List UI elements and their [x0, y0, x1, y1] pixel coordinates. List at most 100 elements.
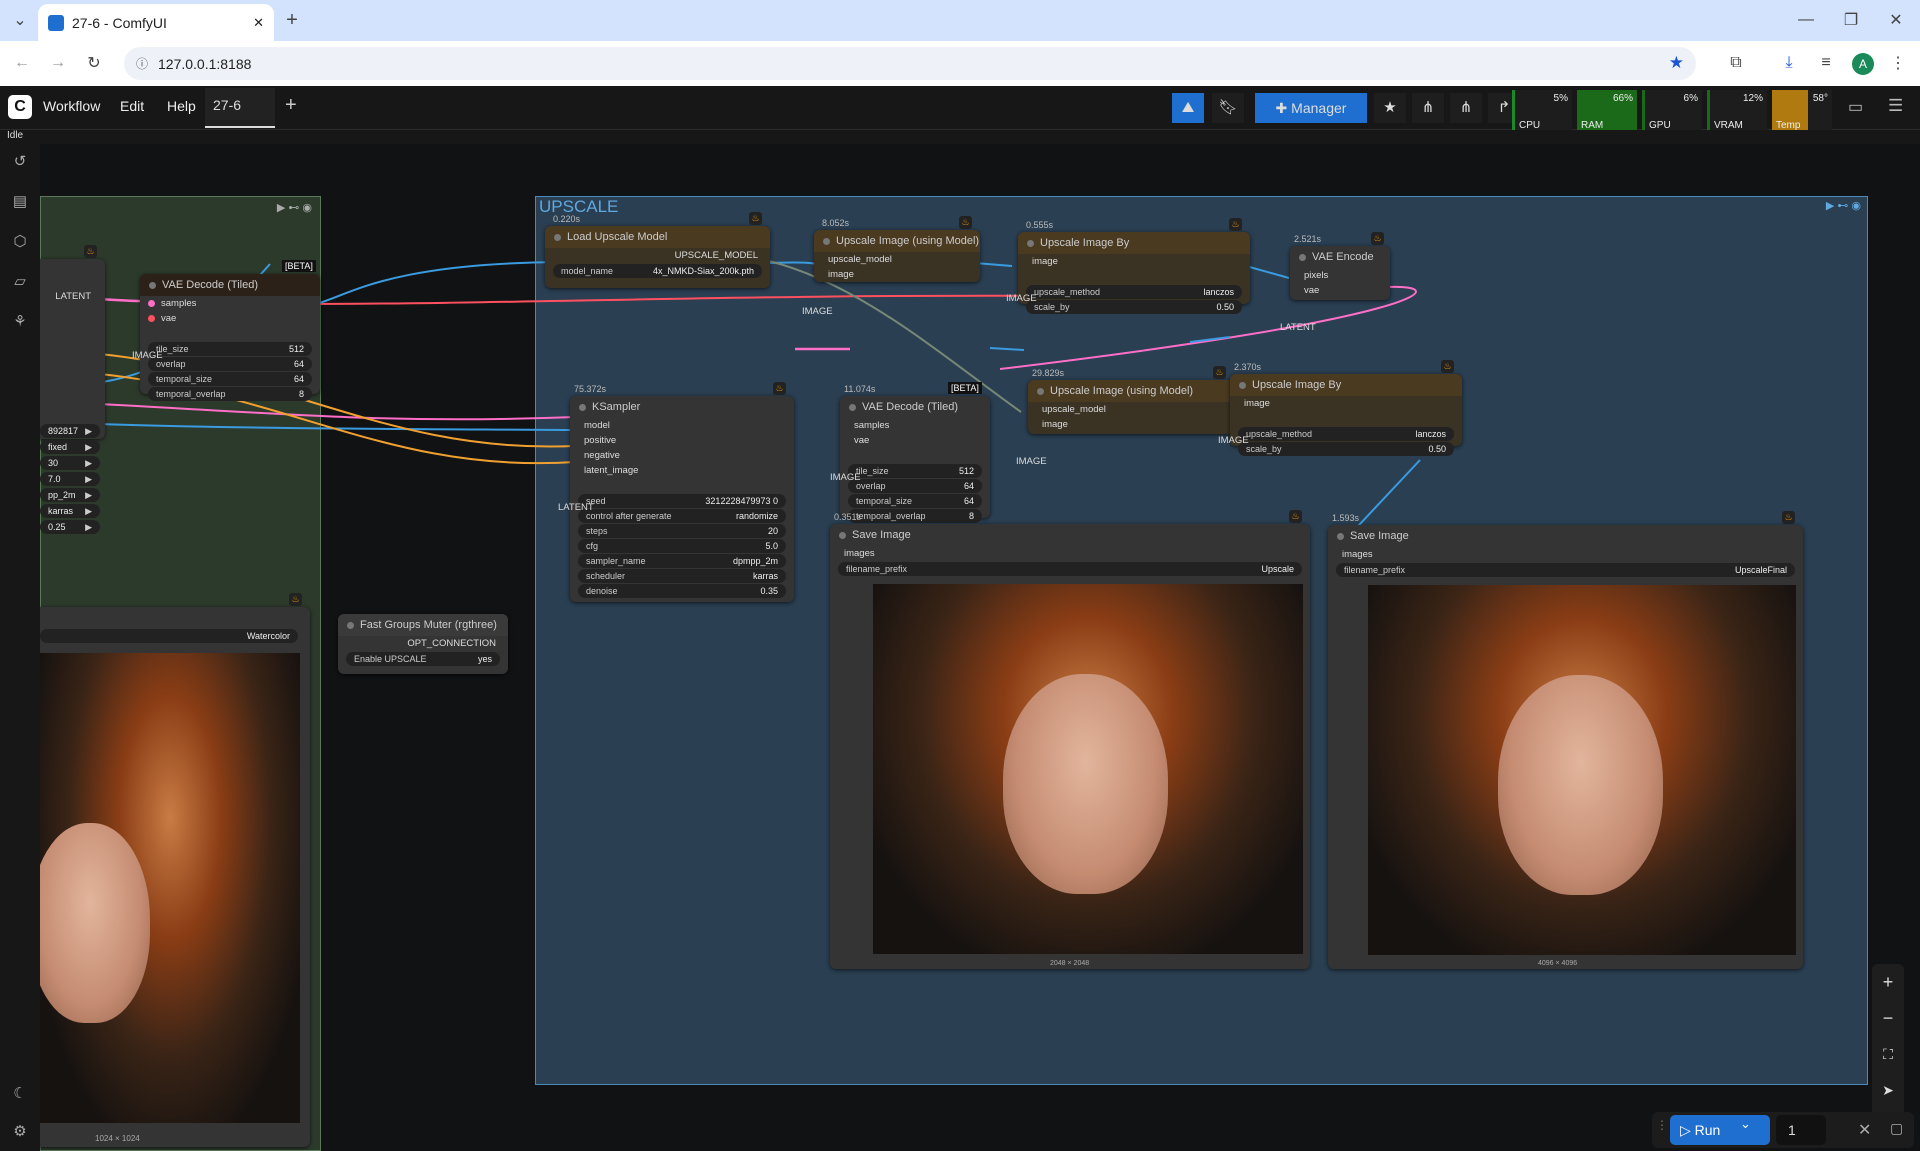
vae-decode-tiled-mid-node[interactable]: 11.074s [BETA] VAE Decode (Tiled) sample…	[830, 382, 990, 523]
graph-canvas[interactable]: ▶ ⊷ ◉ UPSCALE ▶ ⊷ ◉ ♨ LATENT 892817 ▶ fix…	[40, 144, 1920, 1151]
left-widget-seed[interactable]: 892817 ▶	[40, 424, 100, 438]
menu-edit[interactable]: Edit	[120, 98, 144, 114]
add-workflow-tab-button[interactable]: +	[285, 94, 297, 117]
theme-moon-icon[interactable]: ☾	[9, 1084, 31, 1106]
widget-steps[interactable]: steps 20	[578, 524, 786, 538]
reload-icon[interactable]: ↻	[80, 49, 108, 77]
slot-latent-image[interactable]: latent_image	[570, 463, 794, 478]
widget-cfg[interactable]: cfg 5.0	[578, 539, 786, 553]
save-image-final-node[interactable]: 1.593s ♨ Save Image images filename_pref…	[1328, 511, 1803, 969]
widget-temporal-overlap[interactable]: temporal_overlap 8	[148, 387, 312, 401]
slot-vae[interactable]: vae	[840, 433, 990, 448]
back-icon[interactable]: ←	[8, 49, 36, 77]
upscale-image-by-2-node[interactable]: 2.370s ♨ Upscale Image By image IMAGE up…	[1218, 360, 1462, 456]
left-prefix-widget[interactable]: Watercolor	[40, 629, 298, 643]
slot-latent-out[interactable]: LATENT	[1280, 320, 1380, 335]
slot-samples[interactable]: samples	[840, 418, 990, 433]
panel-toggle-icon[interactable]: ▭	[1848, 97, 1863, 117]
restore-icon[interactable]: ❐	[1837, 6, 1865, 34]
widget-filename-prefix[interactable]: filename_prefix UpscaleFinal	[1336, 563, 1795, 577]
slot-upscale-model[interactable]: upscale_model	[814, 252, 980, 267]
slot-image[interactable]: image	[1018, 254, 1250, 269]
load-upscale-model-node[interactable]: 0.220s ♨ Load Upscale Model UPSCALE_MODE…	[545, 212, 770, 288]
widget-temporal-size[interactable]: temporal_size 64	[848, 494, 982, 508]
slot-negative[interactable]: negative	[570, 448, 794, 463]
upscale-image-by-node[interactable]: 0.555s ♨ Upscale Image By image IMAGE up…	[1006, 218, 1250, 314]
widget-temporal-overlap[interactable]: temporal_overlap 8	[848, 509, 982, 523]
vae-decode-tiled-left-node[interactable]: VAE Decode (Tiled) [BETA] samples vae IM…	[132, 260, 320, 401]
zoom-in-icon[interactable]: +	[1872, 964, 1904, 1000]
bookmark-star-icon[interactable]: ★	[1669, 53, 1684, 73]
widget-model-name[interactable]: model_name 4x_NMKD-Siax_200k.pth	[553, 264, 762, 278]
left-widget-sampler[interactable]: pp_2m ▶	[40, 488, 100, 502]
slot-model[interactable]: model	[570, 418, 794, 433]
slot-pixels[interactable]: pixels	[1290, 268, 1390, 283]
hamburger-menu-icon[interactable]: ☰	[1888, 96, 1903, 116]
toggle-enable-upscale[interactable]: Enable UPSCALE yes	[346, 652, 500, 666]
download-icon[interactable]: ⤓	[1775, 49, 1803, 77]
slot-image-out[interactable]: IMAGE	[1218, 433, 1450, 448]
vae-encode-node[interactable]: 2.521s ♨ VAE Encode pixels vae LATENT	[1280, 232, 1390, 333]
widget-scheduler[interactable]: scheduler karras	[578, 569, 786, 583]
media-icon[interactable]: ≡	[1812, 49, 1840, 77]
slot-image-out[interactable]: IMAGE	[1016, 454, 1222, 469]
fork-icon[interactable]: ⋔	[1450, 93, 1482, 123]
left-widget-steps[interactable]: 30 ▶	[40, 456, 100, 470]
node-tree-icon[interactable]: ⚘	[9, 312, 31, 334]
queue-list-icon[interactable]: ▤	[9, 192, 31, 214]
left-widget-scheduler[interactable]: karras ▶	[40, 504, 100, 518]
slot-image[interactable]: image	[1230, 396, 1462, 411]
upscale-image-using-model-2-node[interactable]: 29.829s ♨ Upscale Image (using Model) up…	[1016, 366, 1234, 467]
manager-button[interactable]: ✚ Manager	[1255, 93, 1367, 123]
left-widget-control[interactable]: fixed ▶	[40, 440, 100, 454]
batch-count-input[interactable]: 1	[1776, 1115, 1826, 1145]
slot-vae[interactable]: vae	[1290, 283, 1390, 298]
widget-temporal-size[interactable]: temporal_size 64	[148, 372, 312, 386]
slot-positive[interactable]: positive	[570, 433, 794, 448]
profile-avatar[interactable]: A	[1852, 53, 1874, 75]
widget-denoise[interactable]: denoise 0.35	[578, 584, 786, 598]
slot-image-out[interactable]: IMAGE	[1006, 291, 1238, 306]
close-window-icon[interactable]: ✕	[1882, 6, 1910, 34]
chrome-menu-icon[interactable]: ⋮	[1884, 49, 1912, 77]
fast-groups-muter-node[interactable]: Fast Groups Muter (rgthree) OPT_CONNECTI…	[338, 614, 508, 674]
zoom-out-icon[interactable]: −	[1872, 1000, 1904, 1036]
slot-latent[interactable]: LATENT	[55, 289, 91, 304]
extensions-icon[interactable]: ⧉	[1722, 49, 1750, 77]
site-info-icon[interactable]: ⓘ	[136, 55, 148, 72]
left-widget-cfg[interactable]: 7.0 ▶	[40, 472, 100, 486]
slot-upscale-model-out[interactable]: UPSCALE_MODEL	[545, 248, 770, 263]
folder-icon[interactable]: ▱	[9, 272, 31, 294]
ksampler-node[interactable]: 75.372s ♨ KSampler model positive negati…	[558, 382, 794, 602]
left-preview-node[interactable]: ♨ Watercolor 1024 × 1024	[40, 593, 310, 1147]
close-tab-icon[interactable]: ✕	[253, 15, 264, 31]
slot-upscale-model[interactable]: upscale_model	[1028, 402, 1234, 417]
save-image-node[interactable]: 0.351s ♨ Save Image images filename_pref…	[830, 510, 1310, 969]
cancel-icon[interactable]: ✕	[1858, 1120, 1871, 1140]
slot-opt-connection[interactable]: OPT_CONNECTION	[338, 636, 508, 651]
bookmark-icon[interactable]: 🔖︎	[1212, 93, 1244, 123]
minimize-icon[interactable]: —	[1792, 6, 1820, 34]
left-ksampler-node[interactable]: ♨ LATENT	[40, 245, 105, 439]
browser-tab[interactable]: 27-6 - ComfyUI ✕	[38, 4, 274, 41]
slot-image-out[interactable]: IMAGE	[830, 470, 980, 485]
workflow-tab-27-6[interactable]: 27-6	[205, 88, 275, 128]
queue-icon[interactable]: ⛰	[1172, 93, 1204, 123]
pointer-mode-icon[interactable]: ➤	[1872, 1072, 1904, 1108]
left-widget-denoise[interactable]: 0.25 ▶	[40, 520, 100, 534]
address-bar[interactable]: ⓘ 127.0.0.1:8188 ★	[124, 47, 1696, 80]
widget-filename-prefix[interactable]: filename_prefix Upscale	[838, 562, 1302, 576]
menu-help[interactable]: Help	[167, 98, 196, 114]
puzzle-icon[interactable]: ⋔	[1412, 93, 1444, 123]
slot-image-out[interactable]: IMAGE	[802, 304, 968, 319]
forward-icon[interactable]: →	[44, 49, 72, 77]
upscale-image-using-model-node[interactable]: 8.052s ♨ Upscale Image (using Model) ups…	[802, 216, 980, 317]
slot-latent-out[interactable]: LATENT	[558, 500, 782, 515]
slot-image[interactable]: image	[1028, 417, 1234, 432]
slot-images[interactable]: images	[830, 546, 1310, 561]
slot-image-out[interactable]: IMAGE	[132, 348, 312, 363]
history-icon[interactable]: ↺	[9, 152, 31, 174]
queue-panel-icon[interactable]: ▢	[1890, 1120, 1903, 1137]
slot-images[interactable]: images	[1328, 547, 1803, 562]
run-button[interactable]: ▷ Run	[1670, 1115, 1770, 1145]
